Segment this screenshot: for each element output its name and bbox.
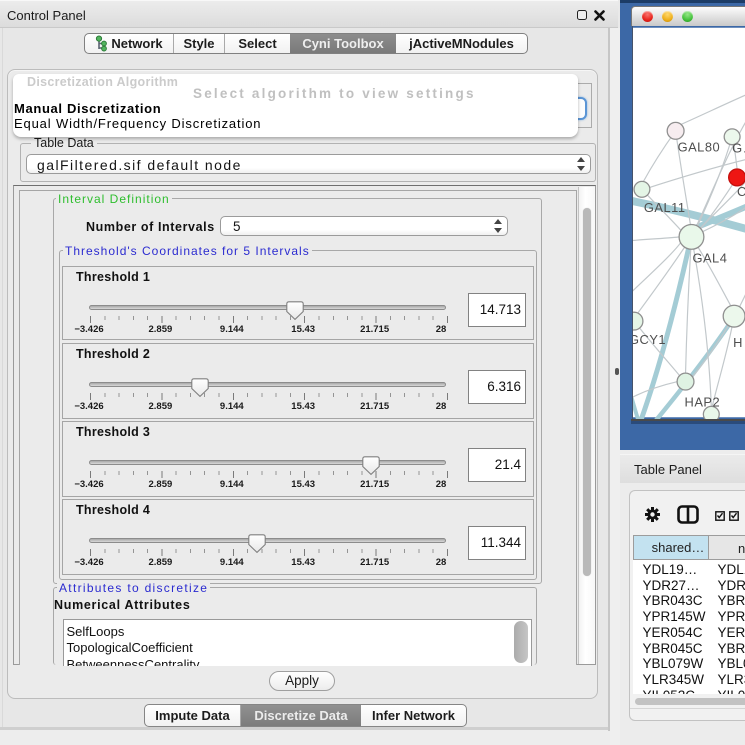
svg-text:HAP2: HAP2 bbox=[685, 394, 721, 409]
svg-text:GAL4: GAL4 bbox=[692, 251, 727, 266]
svg-text:GAL11: GAL11 bbox=[644, 200, 686, 215]
svg-text:G…: G… bbox=[732, 141, 745, 156]
svg-text:GCY1: GCY1 bbox=[632, 332, 666, 347]
svg-text:H: H bbox=[733, 335, 743, 350]
svg-text:C…: C… bbox=[737, 184, 745, 199]
svg-text:GAL80: GAL80 bbox=[678, 140, 721, 155]
